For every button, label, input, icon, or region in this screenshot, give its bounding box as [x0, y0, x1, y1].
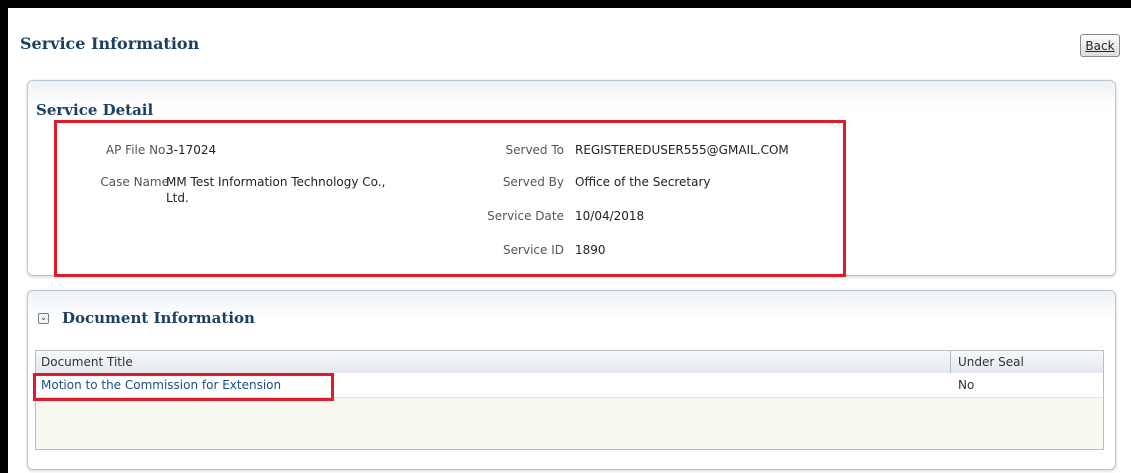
under-seal-value: No: [958, 378, 975, 392]
served-to-label: Served To: [505, 143, 564, 157]
page-title: Service Information: [20, 34, 200, 53]
case-name-value: MM Test Information Technology Co.,: [166, 175, 386, 189]
page-canvas: Service Information Back Service Detail …: [8, 8, 1131, 473]
served-by-label: Served By: [502, 175, 564, 189]
ap-file-no-value: 3-17024: [166, 143, 217, 157]
back-button[interactable]: Back: [1080, 34, 1120, 57]
document-title-link[interactable]: Motion to the Commission for Extension: [41, 378, 281, 392]
column-header-under-seal[interactable]: Under Seal: [958, 355, 1024, 369]
ap-file-no-label: AP File No.: [105, 143, 169, 157]
document-table: Document Title Under Seal Motion to the …: [35, 350, 1104, 450]
chevron-down-icon[interactable]: ⌄: [38, 313, 49, 324]
back-button-label: Back: [1085, 38, 1115, 53]
service-id-label: Service ID: [503, 243, 564, 257]
table-row[interactable]: Motion to the Commission for Extension N…: [36, 373, 1103, 398]
served-to-value: REGISTEREDUSER555@GMAIL.COM: [575, 143, 789, 157]
column-divider: [950, 351, 951, 373]
column-header-document-title[interactable]: Document Title: [41, 355, 133, 369]
panel-header: [28, 81, 1115, 109]
document-info-title: Document Information: [62, 309, 255, 327]
service-detail-panel: Service Detail AP File No. 3-17024 Case …: [27, 80, 1116, 276]
case-name-label: Case Name: [100, 175, 169, 189]
served-by-value: Office of the Secretary: [575, 175, 711, 189]
service-date-label: Service Date: [487, 209, 564, 223]
table-header: Document Title Under Seal: [36, 351, 1103, 374]
service-date-value: 10/04/2018: [575, 209, 645, 223]
service-detail-title: Service Detail: [36, 101, 154, 119]
service-id-value: 1890: [575, 243, 606, 257]
case-name-value-line2: Ltd.: [166, 191, 189, 205]
